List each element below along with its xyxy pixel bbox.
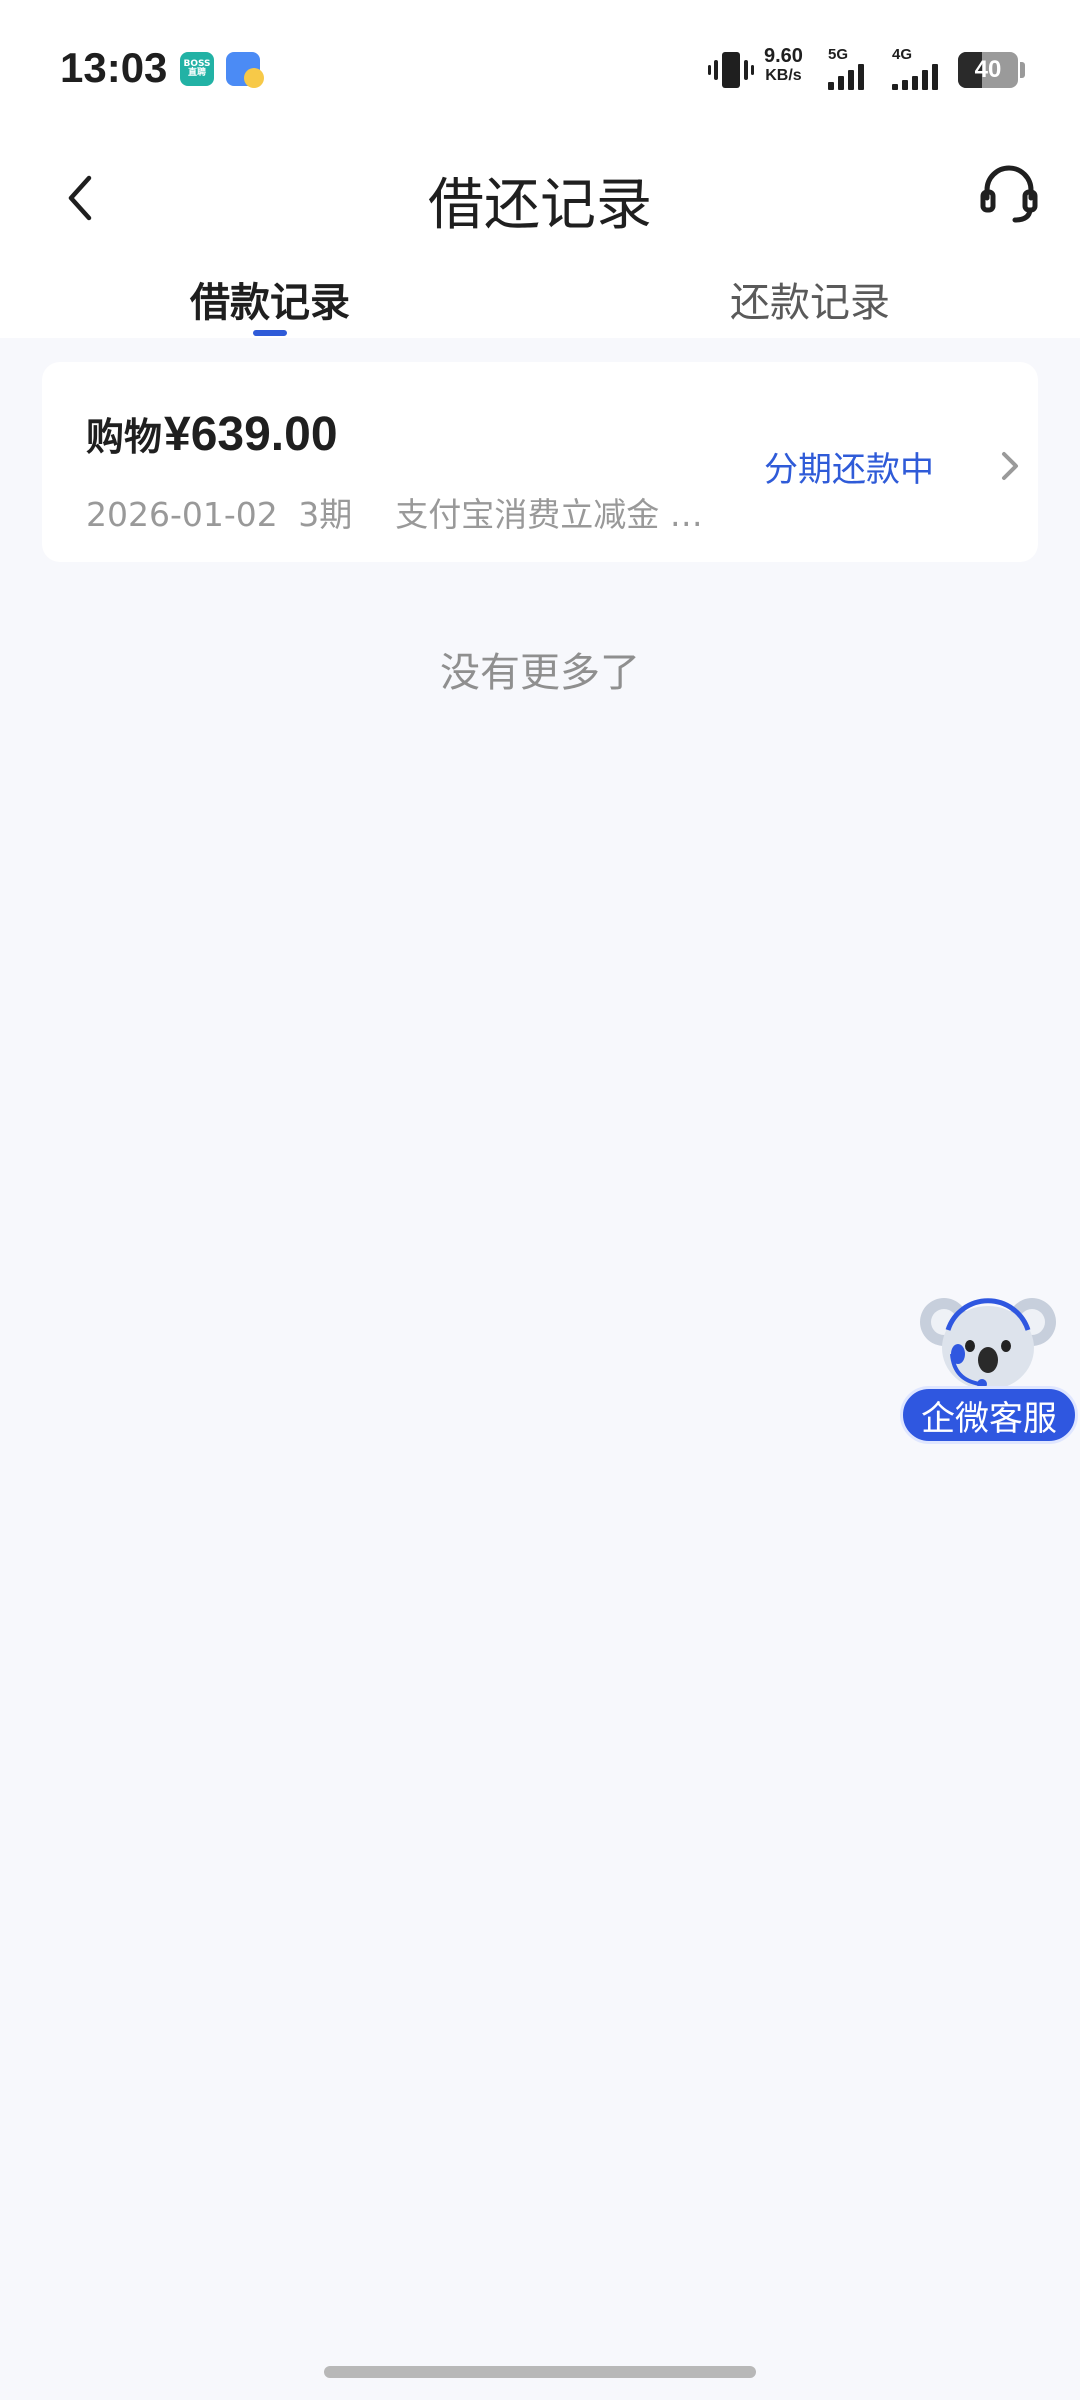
- loan-record-card[interactable]: 购物 ¥639.00 2026-01-02 3期 支付宝消费立减金 … 分期还款…: [42, 362, 1038, 562]
- boss-app-icon: BOSS 直聘: [180, 52, 214, 86]
- record-note: 支付宝消费立减金 …: [395, 495, 703, 534]
- floating-service-widget[interactable]: 企微客服: [898, 1290, 1080, 1450]
- signal-5g: 5G: [828, 46, 864, 90]
- customer-service-button[interactable]: [974, 160, 1044, 230]
- page-title: 借还记录: [428, 173, 652, 238]
- network-5g-label: 5G: [828, 46, 849, 63]
- boss-app-label: BOSS 直聘: [183, 59, 211, 78]
- wecom-service-label: 企微客服: [900, 1386, 1078, 1444]
- record-amount: ¥639.00: [164, 408, 338, 461]
- tab-borrow-records[interactable]: 借款记录: [120, 270, 420, 328]
- record-date: 2026-01-02: [86, 495, 278, 534]
- nav-header: 借还记录: [0, 140, 1080, 260]
- record-type: 购物: [86, 415, 163, 459]
- chevron-right-icon: [1002, 452, 1018, 480]
- tab-repay-records[interactable]: 还款记录: [660, 270, 960, 328]
- headset-icon: [980, 165, 1038, 223]
- record-tabs: 借款记录 还款记录: [0, 260, 1080, 338]
- home-indicator[interactable]: [324, 2366, 756, 2378]
- network-4g-label: 4G: [892, 46, 913, 63]
- battery-icon: 40: [958, 52, 1018, 88]
- record-status: 分期还款中: [764, 450, 934, 490]
- net-speed: 9.60 KB/s: [764, 46, 803, 86]
- net-speed-unit: KB/s: [765, 67, 802, 84]
- signal-4g: 4G: [892, 46, 938, 90]
- status-time: 13:03: [60, 44, 168, 91]
- active-tab-indicator: [253, 330, 287, 336]
- list-end-text: 没有更多了: [440, 650, 640, 696]
- record-term: 3期: [298, 495, 353, 534]
- vibrate-icon: [708, 52, 754, 88]
- doc-app-icon: [226, 52, 264, 88]
- koala-mascot-icon: [920, 1298, 1056, 1390]
- record-meta: 2026-01-02 3期 支付宝消费立减金 …: [86, 488, 706, 536]
- battery-tip: [1020, 62, 1025, 78]
- status-bar: 13:03 BOSS 直聘 9.60 KB/s 5G 4G 40: [0, 0, 1080, 140]
- net-speed-value: 9.60: [764, 45, 803, 67]
- battery-level: 40: [974, 56, 1002, 83]
- record-amount-line: 购物 ¥639.00: [86, 406, 338, 462]
